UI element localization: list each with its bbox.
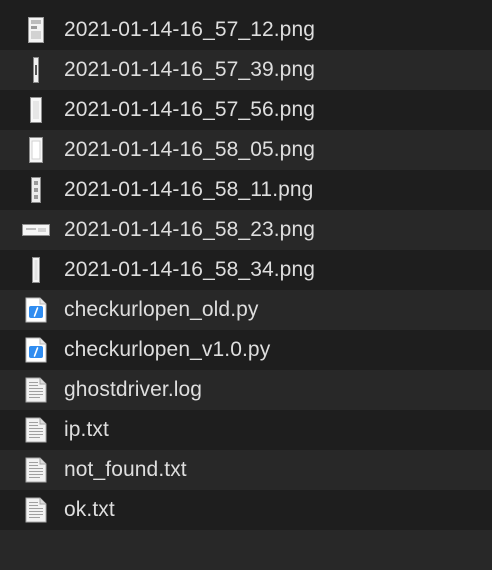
file-row[interactable]: 2021-01-14-16_58_05.png <box>0 130 492 170</box>
image-thumbnail-icon <box>22 176 50 204</box>
file-row[interactable]: ip.txt <box>0 410 492 450</box>
file-row[interactable]: 2021-01-14-16_58_34.png <box>0 250 492 290</box>
image-thumbnail-icon <box>22 16 50 44</box>
file-name: ok.txt <box>64 498 115 521</box>
image-thumbnail-icon <box>22 216 50 244</box>
file-name: checkurlopen_v1.0.py <box>64 338 271 361</box>
image-thumbnail-icon <box>22 136 50 164</box>
file-row[interactable]: 2021-01-14-16_57_56.png <box>0 90 492 130</box>
image-thumbnail-icon <box>22 256 50 284</box>
image-thumbnail-icon <box>22 96 50 124</box>
empty-row <box>0 530 492 570</box>
file-row[interactable]: not_found.txt <box>0 450 492 490</box>
text-document-icon <box>22 376 50 404</box>
file-row[interactable]: ok.txt <box>0 490 492 530</box>
file-name: 2021-01-14-16_57_56.png <box>64 98 316 121</box>
file-row[interactable]: 2021-01-14-16_57_39.png <box>0 50 492 90</box>
file-name: ip.txt <box>64 418 109 441</box>
file-row[interactable]: checkurlopen_v1.0.py <box>0 330 492 370</box>
text-document-icon <box>22 416 50 444</box>
file-name: 2021-01-14-16_57_12.png <box>64 18 316 41</box>
file-name: not_found.txt <box>64 458 187 481</box>
file-name: 2021-01-14-16_58_34.png <box>64 258 316 281</box>
file-name: 2021-01-14-16_58_23.png <box>64 218 316 241</box>
file-list: 2021-01-14-16_57_12.png 2021-01-14-16_57… <box>0 0 492 570</box>
python-file-icon <box>22 336 50 364</box>
text-document-icon <box>22 496 50 524</box>
file-row[interactable]: ghostdriver.log <box>0 370 492 410</box>
file-name: ghostdriver.log <box>64 378 203 401</box>
file-name: 2021-01-14-16_58_05.png <box>64 138 316 161</box>
file-name: 2021-01-14-16_58_11.png <box>64 178 314 201</box>
file-row[interactable]: checkurlopen_old.py <box>0 290 492 330</box>
file-row[interactable]: 2021-01-14-16_58_23.png <box>0 210 492 250</box>
file-row[interactable]: 2021-01-14-16_58_11.png <box>0 170 492 210</box>
file-name: checkurlopen_old.py <box>64 298 259 321</box>
python-file-icon <box>22 296 50 324</box>
text-document-icon <box>22 456 50 484</box>
file-row[interactable]: 2021-01-14-16_57_12.png <box>0 10 492 50</box>
image-thumbnail-icon <box>22 56 50 84</box>
file-name: 2021-01-14-16_57_39.png <box>64 58 316 81</box>
